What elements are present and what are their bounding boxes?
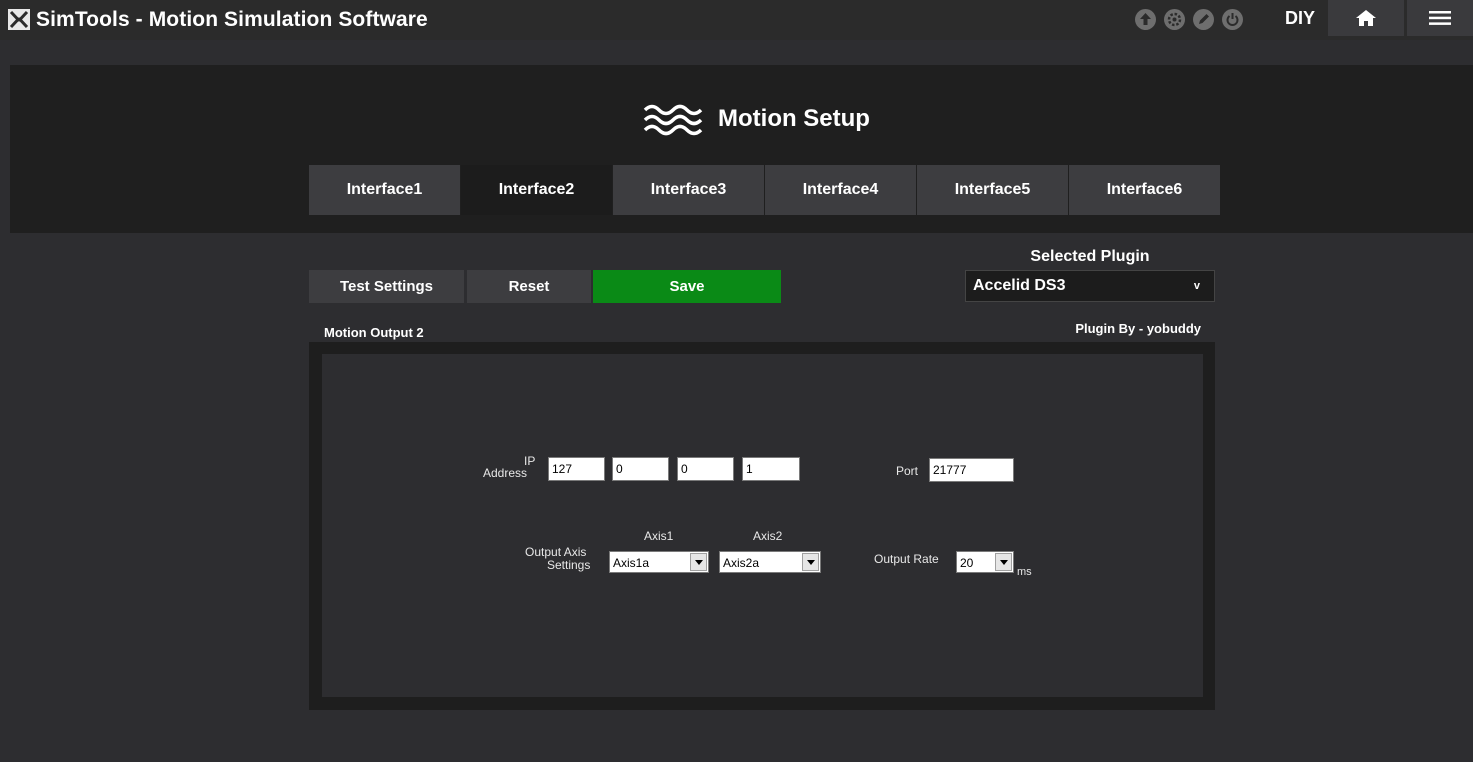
interface-tabs: Interface1 Interface2 Interface3 Interfa… bbox=[309, 165, 1221, 215]
chevron-down-icon bbox=[995, 553, 1012, 571]
ip-octet-4-input[interactable] bbox=[742, 457, 800, 481]
plugin-select[interactable]: Accelid DS3 v bbox=[965, 270, 1215, 302]
ip-octet-1-input[interactable] bbox=[548, 457, 605, 481]
hamburger-menu-icon bbox=[1429, 11, 1451, 25]
power-icon[interactable] bbox=[1222, 9, 1243, 30]
ip-octet-2-input[interactable] bbox=[612, 457, 669, 481]
tab-interface4[interactable]: Interface4 bbox=[765, 165, 916, 215]
chevron-down-icon bbox=[802, 553, 819, 571]
output-rate-value: 20 bbox=[960, 556, 974, 570]
port-input[interactable] bbox=[929, 458, 1014, 482]
ip-octet-3-input[interactable] bbox=[677, 457, 734, 481]
settings-gear-icon[interactable] bbox=[1164, 9, 1185, 30]
ip-label-line2: Address bbox=[483, 466, 528, 480]
tab-interface2[interactable]: Interface2 bbox=[461, 165, 612, 215]
diy-mode-label[interactable]: DIY bbox=[1285, 8, 1315, 29]
output-axis-label-line1: Output Axis bbox=[525, 545, 587, 559]
chevron-down-icon bbox=[690, 553, 707, 571]
page-title: Motion Setup bbox=[718, 105, 870, 132]
edit-pencil-icon[interactable] bbox=[1193, 9, 1214, 30]
waves-icon bbox=[643, 104, 703, 136]
output-rate-select[interactable]: 20 bbox=[956, 551, 1014, 573]
tab-interface6[interactable]: Interface6 bbox=[1069, 165, 1220, 215]
plugin-settings-panel bbox=[322, 354, 1203, 697]
selected-plugin-label: Selected Plugin bbox=[1030, 248, 1150, 265]
output-rate-unit: ms bbox=[1017, 566, 1032, 578]
axis1-select[interactable]: Axis1a bbox=[609, 551, 709, 573]
plugin-select-value: Accelid DS3 bbox=[973, 277, 1066, 294]
port-label: Port bbox=[896, 464, 919, 478]
home-button[interactable] bbox=[1328, 0, 1404, 36]
axis1-select-value: Axis1a bbox=[613, 556, 650, 570]
axis2-select[interactable]: Axis2a bbox=[719, 551, 821, 573]
menu-button[interactable] bbox=[1407, 0, 1473, 36]
test-settings-button[interactable]: Test Settings bbox=[309, 270, 464, 303]
tab-interface5[interactable]: Interface5 bbox=[917, 165, 1068, 215]
reset-button[interactable]: Reset bbox=[467, 270, 591, 303]
save-button[interactable]: Save bbox=[593, 270, 781, 303]
home-icon bbox=[1356, 10, 1376, 26]
output-axis-label-line2: Settings bbox=[547, 558, 591, 572]
tab-interface3[interactable]: Interface3 bbox=[613, 165, 764, 215]
axis2-header: Axis2 bbox=[753, 529, 783, 543]
simtools-logo-icon bbox=[8, 9, 30, 30]
tab-interface1[interactable]: Interface1 bbox=[309, 165, 460, 215]
upload-icon[interactable] bbox=[1135, 9, 1156, 30]
chevron-down-icon: v bbox=[1193, 280, 1200, 292]
plugin-author-label: Plugin By - yobuddy bbox=[1075, 321, 1201, 336]
title-bar: SimTools - Motion Simulation Software DI… bbox=[0, 0, 1473, 40]
app-title: SimTools - Motion Simulation Software bbox=[36, 8, 428, 31]
output-rate-label: Output Rate bbox=[874, 552, 939, 566]
axis2-select-value: Axis2a bbox=[723, 556, 760, 570]
axis1-header: Axis1 bbox=[644, 529, 674, 543]
motion-output-label: Motion Output 2 bbox=[324, 325, 424, 340]
